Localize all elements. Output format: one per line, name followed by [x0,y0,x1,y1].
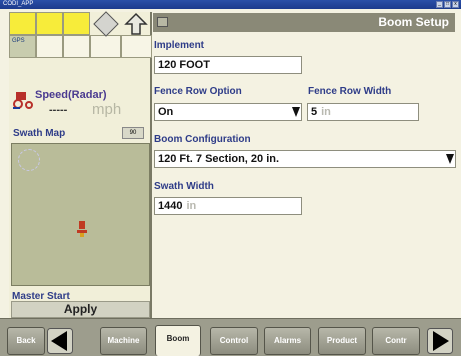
swath-map-zoom-button[interactable]: 90 [122,127,144,139]
close-button[interactable]: x [452,1,459,8]
status-grid: GPS [9,11,152,58]
tab-machine[interactable]: Machine [100,327,147,355]
dropdown-arrow-icon[interactable] [291,104,301,120]
status-cell[interactable] [36,12,63,35]
status-cell[interactable] [63,35,90,58]
swath-width-unit: in [186,200,197,212]
swath-width-field[interactable]: 1440 in [154,197,302,215]
tab-product[interactable]: Product [318,327,366,355]
speed-label: Speed(Radar) [35,89,107,101]
vehicle-position-icon [77,221,87,237]
apply-button[interactable]: Apply [11,301,150,318]
window-title: CODI_APP [3,1,34,7]
fence-row-width-value: 5 [311,106,318,118]
left-arrow-icon[interactable] [47,328,73,354]
compass-icon[interactable] [18,149,40,171]
swath-width-label: Swath Width [154,181,214,192]
dropdown-arrow-icon[interactable] [445,151,455,167]
speed-unit: mph [92,101,122,118]
status-cell[interactable] [63,12,90,35]
status-cell[interactable] [90,35,121,58]
bottom-tab-bar: Back Machine Boom Control Alarms Product… [0,318,461,356]
minimize-button[interactable]: _ [436,1,443,8]
implement-label: Implement [154,40,205,51]
swath-map-view[interactable] [11,143,150,286]
maximize-button[interactable]: □ [444,1,451,8]
fence-row-width-field[interactable]: 5 in [307,103,419,121]
diamond-icon[interactable] [93,11,119,37]
status-cell[interactable] [121,35,152,58]
swath-map-title: Swath Map [13,128,66,139]
tab-boom[interactable]: Boom [155,325,201,356]
gps-label: GPS [12,38,25,44]
window-titlebar: CODI_APP _ □ x [0,0,461,9]
left-status-column: GPS Speed(Radar) ----- mph Swath Map 90 [9,11,152,318]
boom-configuration-select[interactable]: 120 Ft. 7 Section, 20 in. [154,150,456,168]
up-arrow-icon[interactable] [124,12,148,36]
tractor-icon [13,92,33,109]
window-controls: _ □ x [436,1,459,8]
speed-value: ----- [49,104,68,116]
page-title: Boom Setup [378,15,449,29]
fence-row-width-unit: in [321,106,331,118]
tab-contr[interactable]: Contr [372,327,420,355]
gps-cell[interactable]: GPS [9,35,36,58]
swath-width-value: 1440 [158,200,183,212]
boom-configuration-value: 120 Ft. 7 Section, 20 in. [158,153,280,165]
fence-row-option-select[interactable]: On [154,103,302,121]
swath-map-header: Swath Map 90 [9,125,152,142]
fence-row-option-label: Fence Row Option [154,86,242,97]
fence-row-width-label: Fence Row Width [308,86,392,97]
status-cell[interactable] [36,35,63,58]
tab-control[interactable]: Control [210,327,258,355]
speed-readout: Speed(Radar) ----- mph [9,84,152,124]
implement-field[interactable]: 120 FOOT [154,56,302,74]
implement-value: 120 FOOT [158,59,210,71]
right-arrow-icon[interactable] [427,328,453,354]
boom-configuration-label: Boom Configuration [154,134,251,145]
status-cell[interactable] [9,12,36,35]
panel-header: Boom Setup [153,13,455,32]
tab-alarms[interactable]: Alarms [264,327,311,355]
fence-row-option-value: On [158,106,174,118]
menu-icon[interactable] [157,17,168,27]
back-button[interactable]: Back [7,327,45,355]
